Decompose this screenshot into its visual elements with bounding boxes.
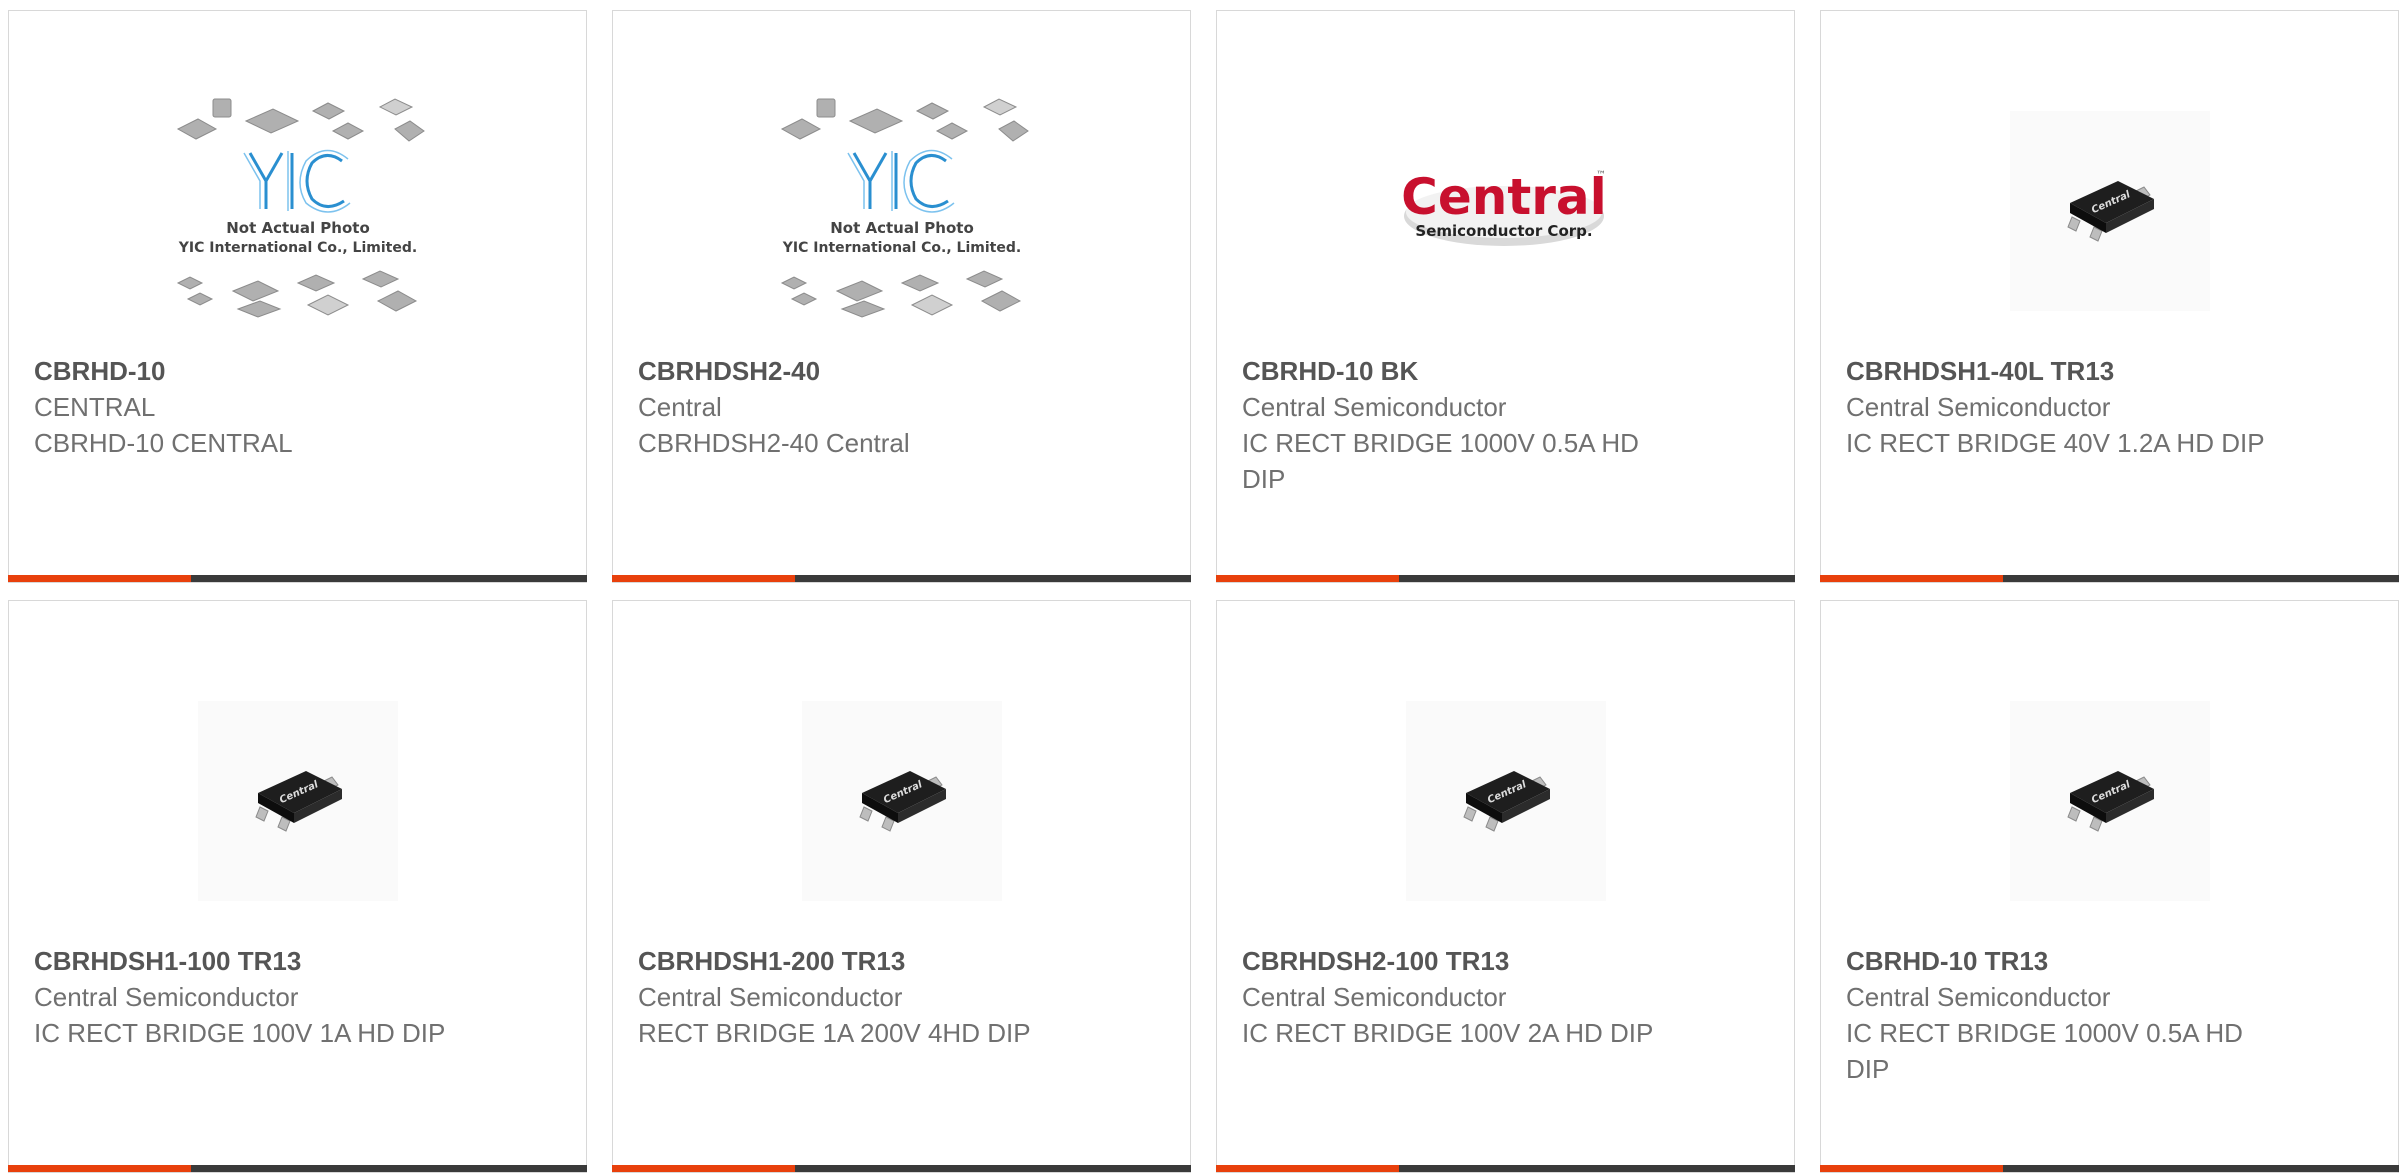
manufacturer: Central Semiconductor: [1242, 982, 1507, 1012]
description: CBRHD-10 CENTRAL: [34, 428, 293, 458]
manufacturer: Central Semiconductor: [1846, 392, 2111, 422]
yic-placeholder-image: Not Actual Photo YIC International Co., …: [158, 91, 438, 331]
central-logo-tm: ™: [1596, 170, 1606, 181]
central-logo-word: Central: [1401, 168, 1607, 226]
product-card[interactable]: Central CBRHDSH1-40L TR13 Central Semico…: [1820, 10, 2399, 583]
part-number[interactable]: CBRHD-10 TR13: [1846, 943, 2266, 979]
chip-photo: Central: [801, 701, 1002, 901]
central-logo-tag: Semiconductor Corp.: [1415, 222, 1592, 240]
placeholder-line1: Not Actual Photo: [830, 219, 974, 237]
chip-photo: Central: [2009, 701, 2210, 901]
card-bottom-bar: [8, 1165, 587, 1172]
manufacturer: Central Semiconductor: [1846, 982, 2111, 1012]
part-number[interactable]: CBRHD-10: [34, 353, 454, 389]
product-image[interactable]: Central: [613, 661, 1190, 941]
product-grid: Not Actual Photo YIC International Co., …: [0, 0, 2400, 1173]
card-accent: [1820, 1165, 2003, 1172]
part-number[interactable]: CBRHDSH1-40L TR13: [1846, 353, 2266, 389]
product-card[interactable]: Not Actual Photo YIC International Co., …: [8, 10, 587, 583]
part-number[interactable]: CBRHDSH1-100 TR13: [34, 943, 454, 979]
product-card[interactable]: Central CBRHDSH2-100 TR13 Central Semico…: [1216, 600, 1795, 1173]
chip-photo: Central: [1405, 701, 1606, 901]
card-accent: [1216, 575, 1399, 582]
description: IC RECT BRIDGE 40V 1.2A HD DIP: [1846, 428, 2265, 458]
central-logo-image: Central ™ Semiconductor Corp.: [1396, 156, 1616, 266]
product-image[interactable]: Central: [1821, 71, 2398, 351]
card-bottom-bar: [612, 575, 1191, 582]
card-accent: [612, 1165, 795, 1172]
product-image[interactable]: Central: [9, 661, 586, 941]
chip-photo: Central: [2009, 111, 2210, 311]
card-bottom-bar: [1820, 1165, 2399, 1172]
manufacturer: CENTRAL: [34, 392, 156, 422]
product-card[interactable]: Not Actual Photo YIC International Co., …: [612, 10, 1191, 583]
card-bottom-bar: [1820, 575, 2399, 582]
part-number[interactable]: CBRHDSH1-200 TR13: [638, 943, 1058, 979]
description: IC RECT BRIDGE 100V 1A HD DIP: [34, 1018, 446, 1048]
part-number[interactable]: CBRHD-10 BK: [1242, 353, 1662, 389]
part-number[interactable]: CBRHDSH2-40: [638, 353, 1058, 389]
card-accent: [612, 575, 795, 582]
product-image[interactable]: Central ™ Semiconductor Corp.: [1217, 71, 1794, 351]
part-number[interactable]: CBRHDSH2-100 TR13: [1242, 943, 1662, 979]
description: IC RECT BRIDGE 1000V 0.5A HD DIP: [1242, 428, 1639, 494]
card-bottom-bar: [8, 575, 587, 582]
description: IC RECT BRIDGE 100V 2A HD DIP: [1242, 1018, 1654, 1048]
placeholder-line2: YIC International Co., Limited.: [781, 240, 1020, 256]
card-bottom-bar: [1216, 1165, 1795, 1172]
placeholder-line2: YIC International Co., Limited.: [177, 240, 416, 256]
yic-placeholder-image: Not Actual Photo YIC International Co., …: [762, 91, 1042, 331]
product-card[interactable]: Central ™ Semiconductor Corp. CBRHD-10 B…: [1216, 10, 1795, 583]
card-accent: [8, 1165, 191, 1172]
product-image[interactable]: Central: [1821, 661, 2398, 941]
product-card[interactable]: Central CBRHD-10 TR13 Central Semiconduc…: [1820, 600, 2399, 1173]
manufacturer: Central Semiconductor: [1242, 392, 1507, 422]
description: RECT BRIDGE 1A 200V 4HD DIP: [638, 1018, 1031, 1048]
chip-photo: Central: [197, 701, 398, 901]
manufacturer: Central Semiconductor: [638, 982, 903, 1012]
product-image[interactable]: Not Actual Photo YIC International Co., …: [9, 71, 586, 351]
card-bottom-bar: [612, 1165, 1191, 1172]
product-image[interactable]: Not Actual Photo YIC International Co., …: [613, 71, 1190, 351]
placeholder-line1: Not Actual Photo: [226, 219, 370, 237]
product-image[interactable]: Central: [1217, 661, 1794, 941]
description: CBRHDSH2-40 Central: [638, 428, 910, 458]
card-accent: [1820, 575, 2003, 582]
card-accent: [1216, 1165, 1399, 1172]
product-card[interactable]: Central CBRHDSH1-200 TR13 Central Semico…: [612, 600, 1191, 1173]
card-bottom-bar: [1216, 575, 1795, 582]
product-card[interactable]: Central CBRHDSH1-100 TR13 Central Semico…: [8, 600, 587, 1173]
manufacturer: Central: [638, 392, 722, 422]
manufacturer: Central Semiconductor: [34, 982, 299, 1012]
description: IC RECT BRIDGE 1000V 0.5A HD DIP: [1846, 1018, 2243, 1084]
card-accent: [8, 575, 191, 582]
